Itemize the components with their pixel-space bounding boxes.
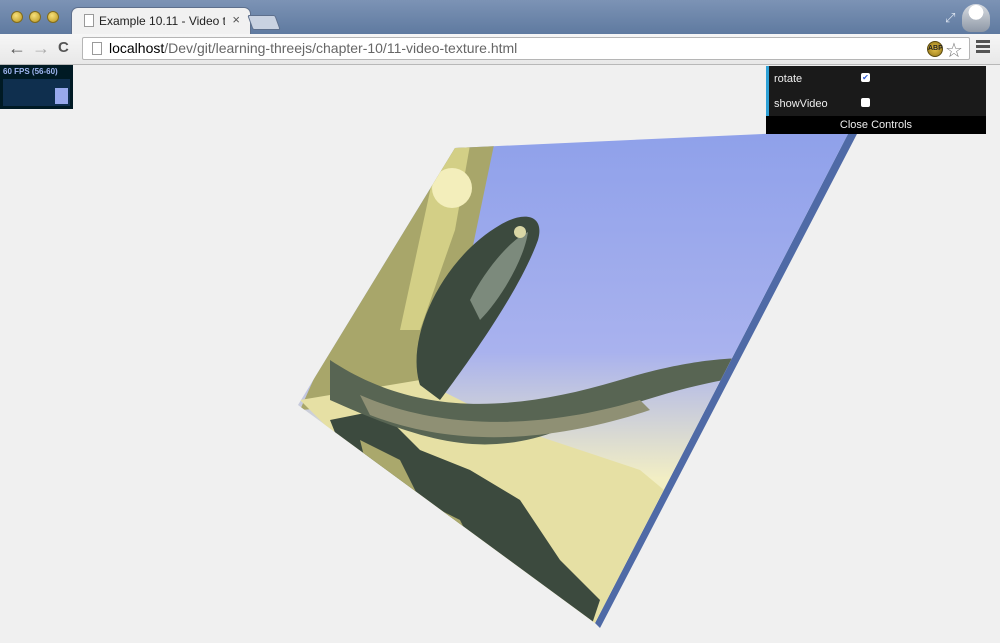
sun-glare [432,168,472,208]
fps-stats-panel[interactable]: 60 FPS (56-60) [0,65,73,109]
bird-eye [514,226,526,238]
controls-panel: rotate ✔ showVideo Close Controls [766,66,986,134]
control-label: showVideo [774,98,828,110]
fps-text: 60 FPS (56-60) [3,67,58,76]
control-row-showvideo[interactable]: showVideo [766,91,986,116]
control-label: rotate [774,73,803,85]
control-row-rotate[interactable]: rotate ✔ [766,66,986,91]
fps-graph [3,79,70,106]
rotate-checkbox[interactable]: ✔ [861,73,870,82]
close-controls-button[interactable]: Close Controls [766,116,986,134]
showvideo-checkbox[interactable] [861,98,870,107]
fps-bar [55,88,68,104]
